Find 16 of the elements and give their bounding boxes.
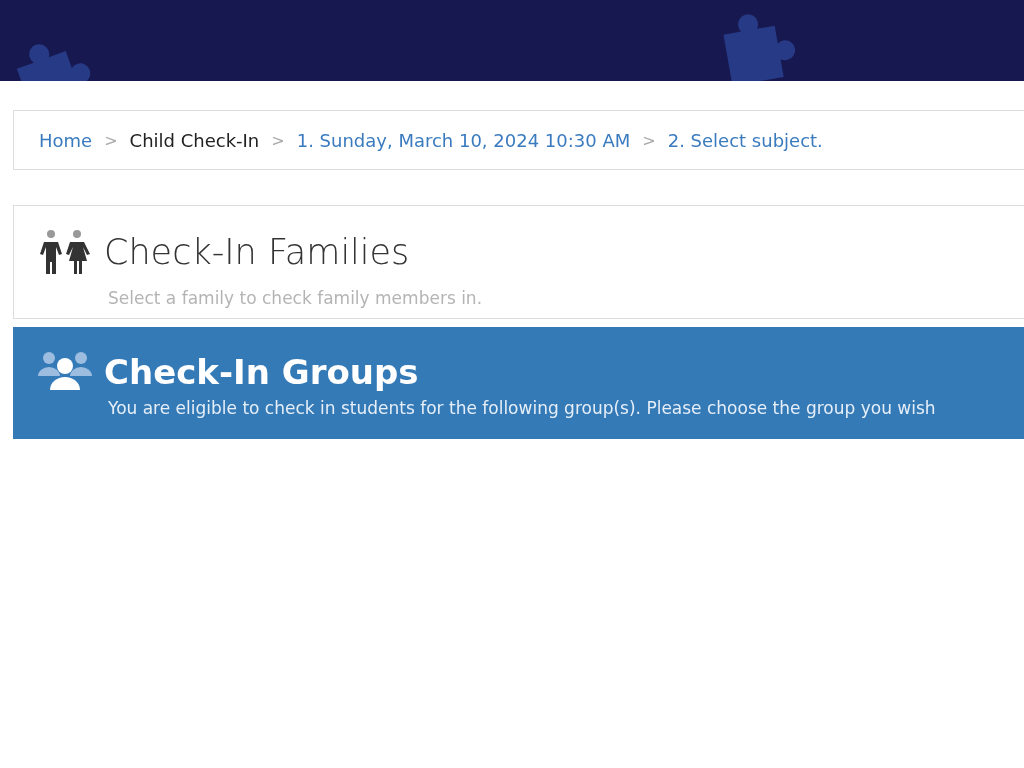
option-title: Check-In Groups: [104, 352, 419, 392]
option-description: You are eligible to check in students for the following group(s). Please choose the group you wish: [108, 398, 937, 418]
breadcrumb-link[interactable]: Home: [39, 129, 93, 151]
breadcrumb-separator: >: [271, 130, 285, 150]
breadcrumb-separator: >: [104, 130, 118, 150]
option-description: Select a family to check family members in.: [108, 288, 484, 308]
option-title: Check-In Families: [104, 232, 410, 272]
breadcrumb-current: Child Check-In: [129, 129, 260, 151]
option-card[interactable]: Check-In Families Select a family to check family members in.: [13, 205, 1024, 319]
puzzle-icon: [723, 14, 796, 81]
breadcrumb-link[interactable]: 1. Sunday, March 10, 2024 10:30 AM: [296, 129, 631, 151]
family-icon: [38, 230, 92, 274]
option-card[interactable]: Check-In Groups You are eligible to check in students for the following group(s). Please choose the group you wish: [13, 327, 1024, 439]
breadcrumb-link[interactable]: 2. Select subject.: [667, 129, 823, 151]
puzzle-icon: [16, 44, 91, 81]
breadcrumb-separator: >: [642, 130, 656, 150]
